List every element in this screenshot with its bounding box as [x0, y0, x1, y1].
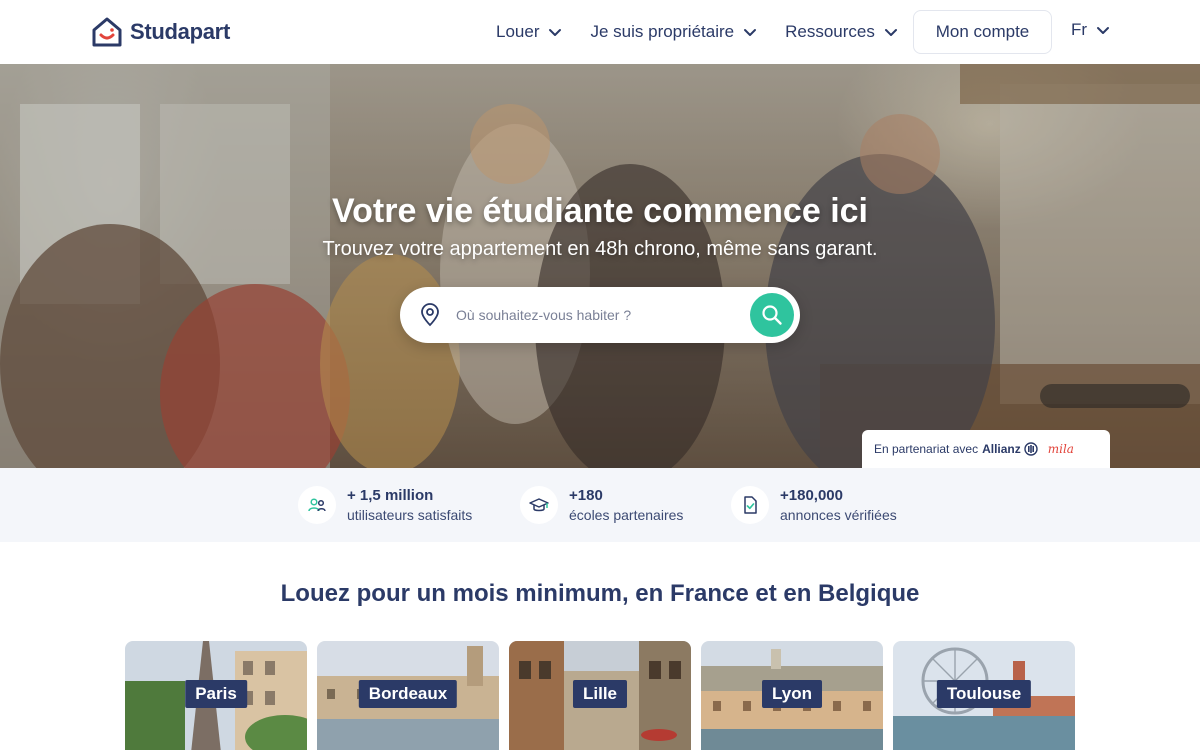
hero-subtitle: Trouvez votre appartement en 48h chrono,… — [322, 238, 878, 260]
cities-section-title: Louez pour un mois minimum, en France et… — [280, 580, 920, 607]
search-icon — [762, 305, 782, 325]
location-search-input[interactable] — [456, 301, 736, 329]
city-cards: Paris Bordeaux Lille Lyon Toulouse — [125, 641, 1075, 750]
city-label: Toulouse — [936, 680, 1032, 708]
chevron-down-icon — [1097, 27, 1110, 34]
stat-label: écoles partenaires — [569, 506, 684, 523]
city-label: Lille — [572, 680, 628, 708]
verified-document-icon — [744, 496, 757, 514]
main-nav: Louer Je suis propriétaire Ressources — [496, 0, 926, 64]
stat-label: annonces vérifiées — [780, 506, 897, 523]
city-card-lyon[interactable]: Lyon — [701, 641, 883, 750]
city-card-lille[interactable]: Lille — [509, 641, 691, 750]
nav-item-ressources[interactable]: Ressources — [785, 22, 898, 42]
search-bar — [400, 287, 800, 343]
hero-overlay — [0, 64, 1200, 468]
users-icon — [308, 498, 326, 512]
stat-label: utilisateurs satisfaits — [347, 506, 473, 523]
nav-item-louer[interactable]: Louer — [496, 22, 562, 42]
hero-title: Votre vie étudiante commence ici — [332, 192, 868, 230]
stat-value: + 1,5 million — [347, 486, 434, 504]
mila-logo: mila — [1047, 442, 1074, 456]
stat-value: +180,000 — [780, 486, 843, 504]
allianz-logo-text: Allianz — [982, 442, 1021, 456]
nav-item-proprietaire[interactable]: Je suis propriétaire — [590, 22, 757, 42]
allianz-logo-icon — [1024, 442, 1038, 456]
nav-item-label: Ressources — [785, 22, 875, 41]
stat-listings: +180,000 annonces vérifiées — [731, 484, 897, 526]
city-card-paris[interactable]: Paris — [125, 641, 307, 750]
stat-text: +180 écoles partenaires — [569, 486, 683, 525]
city-label: Lyon — [762, 680, 822, 708]
search-button[interactable] — [750, 293, 794, 337]
city-label: Bordeaux — [358, 680, 458, 708]
stat-text: +180,000 annonces vérifiées — [780, 486, 897, 525]
partnership-label: En partenariat avec — [874, 442, 979, 456]
location-pin-icon — [421, 303, 439, 327]
stat-icon-wrap — [520, 486, 558, 524]
stat-users: + 1,5 million utilisateurs satisfaits — [298, 484, 472, 526]
stat-text: + 1,5 million utilisateurs satisfaits — [347, 486, 472, 525]
chevron-down-icon — [744, 29, 757, 36]
chevron-down-icon — [884, 29, 897, 36]
language-label: Fr — [1071, 20, 1088, 39]
stat-icon-wrap — [298, 486, 336, 524]
account-button[interactable]: Mon compte — [913, 10, 1052, 54]
stats-bar: + 1,5 million utilisateurs satisfaits +1… — [0, 468, 1200, 542]
stat-icon-wrap — [731, 486, 769, 524]
nav-item-label: Je suis propriétaire — [590, 22, 735, 41]
nav-item-label: Louer — [496, 22, 540, 41]
hero-banner: Votre vie étudiante commence ici Trouvez… — [0, 64, 1200, 468]
graduation-cap-icon — [529, 498, 549, 512]
city-label: Paris — [185, 680, 247, 708]
site-header: Studapart Louer Je suis propriétaire Res… — [0, 0, 1200, 64]
studapart-logo[interactable]: Studapart — [90, 16, 230, 48]
city-card-toulouse[interactable]: Toulouse — [893, 641, 1075, 750]
language-selector[interactable]: Fr — [1071, 20, 1110, 40]
city-card-bordeaux[interactable]: Bordeaux — [317, 641, 499, 750]
stat-schools: +180 écoles partenaires — [520, 484, 683, 526]
stat-value: +180 — [569, 486, 603, 504]
partnership-badge: En partenariat avec Allianz mila — [862, 430, 1110, 468]
chevron-down-icon — [549, 29, 562, 36]
house-logo-icon — [92, 17, 122, 47]
logo-wordmark: Studapart — [130, 19, 230, 44]
